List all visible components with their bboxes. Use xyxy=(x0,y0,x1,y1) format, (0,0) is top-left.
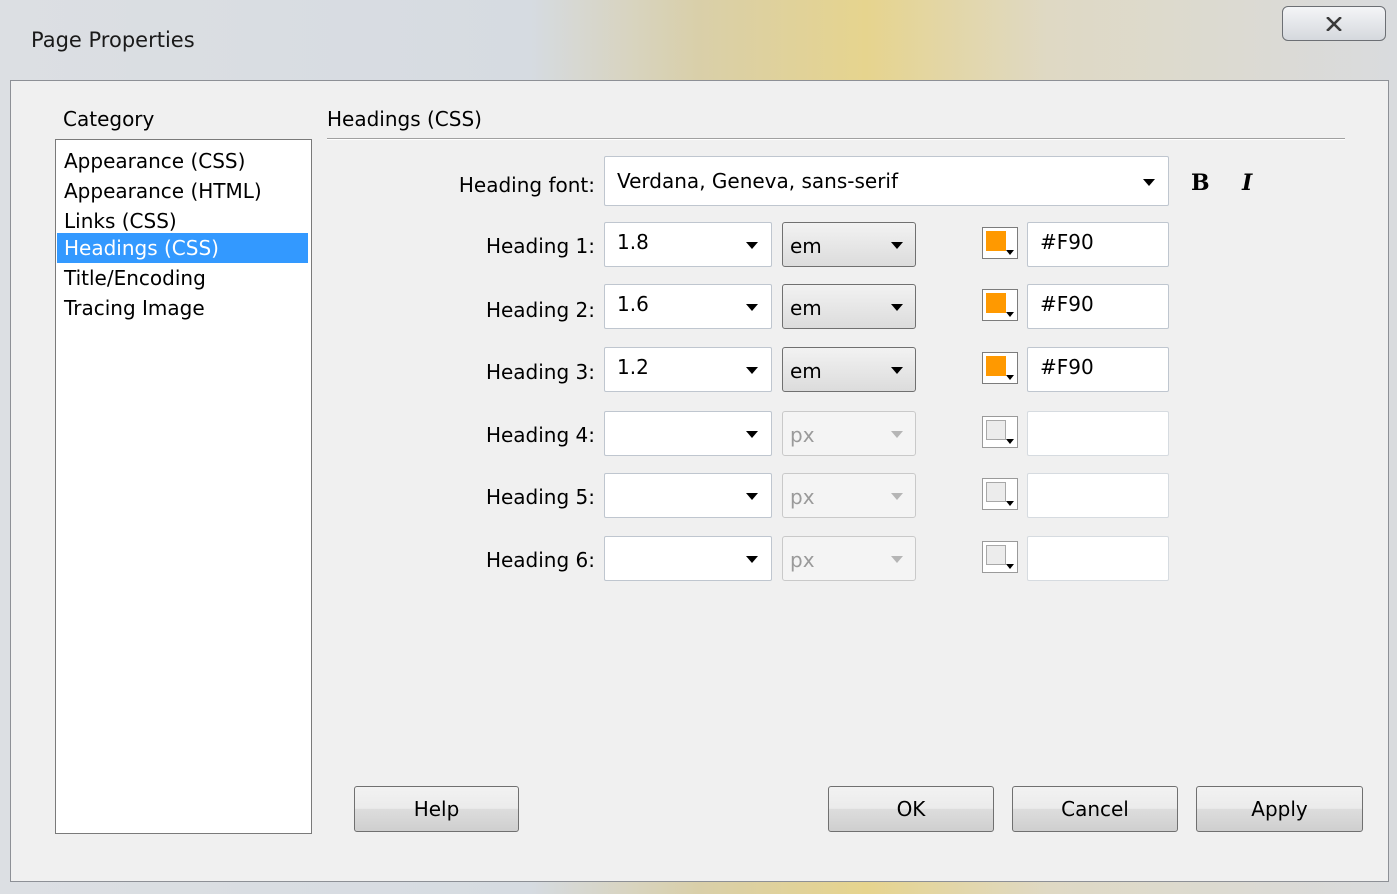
heading-1-label: Heading 1: xyxy=(485,234,595,258)
ok-button[interactable]: OK xyxy=(828,786,994,832)
category-item-tracing-image[interactable]: Tracing Image xyxy=(57,293,308,323)
heading-5-unit-value: px xyxy=(790,485,815,509)
heading-1-unit-value: em xyxy=(790,234,822,258)
category-item-links-css[interactable]: Links (CSS) xyxy=(57,206,308,236)
chevron-down-icon xyxy=(1006,250,1014,255)
heading-4-color-picker[interactable] xyxy=(982,416,1018,448)
heading-6-unit-select[interactable]: px xyxy=(782,536,916,581)
heading-1-color-value: #F90 xyxy=(1040,230,1094,254)
heading-3-size-select[interactable]: 1.2 xyxy=(604,347,772,392)
heading-4-color-field[interactable] xyxy=(1027,411,1169,456)
heading-6-unit-value: px xyxy=(790,548,815,572)
category-list[interactable]: Appearance (CSS) Appearance (HTML) Links… xyxy=(55,139,312,834)
bold-button[interactable]: B xyxy=(1191,170,1210,196)
chevron-down-icon xyxy=(1006,501,1014,506)
heading-3-label: Heading 3: xyxy=(485,360,595,384)
chevron-down-icon xyxy=(746,367,758,374)
category-item-appearance-css[interactable]: Appearance (CSS) xyxy=(57,146,308,176)
chevron-down-icon xyxy=(746,556,758,563)
chevron-down-icon xyxy=(1006,439,1014,444)
chevron-down-icon xyxy=(746,242,758,249)
heading-6-label: Heading 6: xyxy=(485,548,595,572)
italic-button[interactable]: I xyxy=(1242,170,1252,196)
heading-1-size-select[interactable]: 1.8 xyxy=(604,222,772,267)
heading-6-color-picker[interactable] xyxy=(982,541,1018,573)
heading-2-label: Heading 2: xyxy=(485,298,595,322)
heading-2-color-picker[interactable] xyxy=(982,289,1018,321)
color-swatch-icon xyxy=(986,231,1006,251)
heading-5-unit-select[interactable]: px xyxy=(782,473,916,518)
title-bar: Page Properties xyxy=(0,0,1397,80)
color-swatch-icon xyxy=(986,420,1006,440)
heading-3-color-value: #F90 xyxy=(1040,355,1094,379)
section-divider xyxy=(327,138,1345,140)
chevron-down-icon xyxy=(891,556,903,563)
chevron-down-icon xyxy=(746,493,758,500)
chevron-down-icon xyxy=(1006,375,1014,380)
heading-3-unit-select[interactable]: em xyxy=(782,347,916,392)
chevron-down-icon xyxy=(746,304,758,311)
chevron-down-icon xyxy=(891,493,903,500)
heading-6-color-field[interactable] xyxy=(1027,536,1169,581)
chevron-down-icon xyxy=(1006,312,1014,317)
page-properties-dialog: Page Properties Category Appearance (CSS… xyxy=(0,0,1397,894)
category-label: Category xyxy=(63,107,155,131)
dialog-body: Category Appearance (CSS) Appearance (HT… xyxy=(10,80,1389,882)
heading-4-unit-select[interactable]: px xyxy=(782,411,916,456)
color-swatch-icon xyxy=(986,545,1006,565)
section-title: Headings (CSS) xyxy=(327,107,482,131)
apply-button[interactable]: Apply xyxy=(1196,786,1363,832)
category-item-title-encoding[interactable]: Title/Encoding xyxy=(57,263,308,293)
heading-1-size-value: 1.8 xyxy=(617,230,649,254)
chevron-down-icon xyxy=(891,431,903,438)
help-button[interactable]: Help xyxy=(354,786,519,832)
heading-4-size-select[interactable] xyxy=(604,411,772,456)
chevron-down-icon xyxy=(1143,179,1155,186)
chevron-down-icon xyxy=(1006,564,1014,569)
category-item-appearance-html[interactable]: Appearance (HTML) xyxy=(57,176,308,206)
heading-font-label: Heading font: xyxy=(458,173,595,197)
heading-5-color-field[interactable] xyxy=(1027,473,1169,518)
heading-2-color-value: #F90 xyxy=(1040,292,1094,316)
heading-5-label: Heading 5: xyxy=(485,485,595,509)
heading-6-size-select[interactable] xyxy=(604,536,772,581)
heading-3-unit-value: em xyxy=(790,359,822,383)
heading-2-size-value: 1.6 xyxy=(617,292,649,316)
category-item-headings-css[interactable]: Headings (CSS) xyxy=(57,233,308,263)
heading-4-unit-value: px xyxy=(790,423,815,447)
heading-5-color-picker[interactable] xyxy=(982,478,1018,510)
heading-3-color-field[interactable]: #F90 xyxy=(1027,347,1169,392)
heading-1-unit-select[interactable]: em xyxy=(782,222,916,267)
cancel-button[interactable]: Cancel xyxy=(1012,786,1178,832)
heading-2-unit-value: em xyxy=(790,296,822,320)
chevron-down-icon xyxy=(891,367,903,374)
heading-1-color-field[interactable]: #F90 xyxy=(1027,222,1169,267)
close-button[interactable] xyxy=(1282,6,1386,41)
heading-1-color-picker[interactable] xyxy=(982,227,1018,259)
heading-font-value: Verdana, Geneva, sans-serif xyxy=(617,169,899,193)
chevron-down-icon xyxy=(891,242,903,249)
heading-4-label: Heading 4: xyxy=(485,423,595,447)
heading-3-size-value: 1.2 xyxy=(617,355,649,379)
color-swatch-icon xyxy=(986,482,1006,502)
color-swatch-icon xyxy=(986,356,1006,376)
dialog-title: Page Properties xyxy=(31,28,195,52)
heading-2-size-select[interactable]: 1.6 xyxy=(604,284,772,329)
heading-2-unit-select[interactable]: em xyxy=(782,284,916,329)
chevron-down-icon xyxy=(746,431,758,438)
color-swatch-icon xyxy=(986,293,1006,313)
heading-font-select[interactable]: Verdana, Geneva, sans-serif xyxy=(604,156,1169,206)
heading-3-color-picker[interactable] xyxy=(982,352,1018,384)
heading-2-color-field[interactable]: #F90 xyxy=(1027,284,1169,329)
heading-5-size-select[interactable] xyxy=(604,473,772,518)
close-icon xyxy=(1326,16,1342,31)
chevron-down-icon xyxy=(891,304,903,311)
